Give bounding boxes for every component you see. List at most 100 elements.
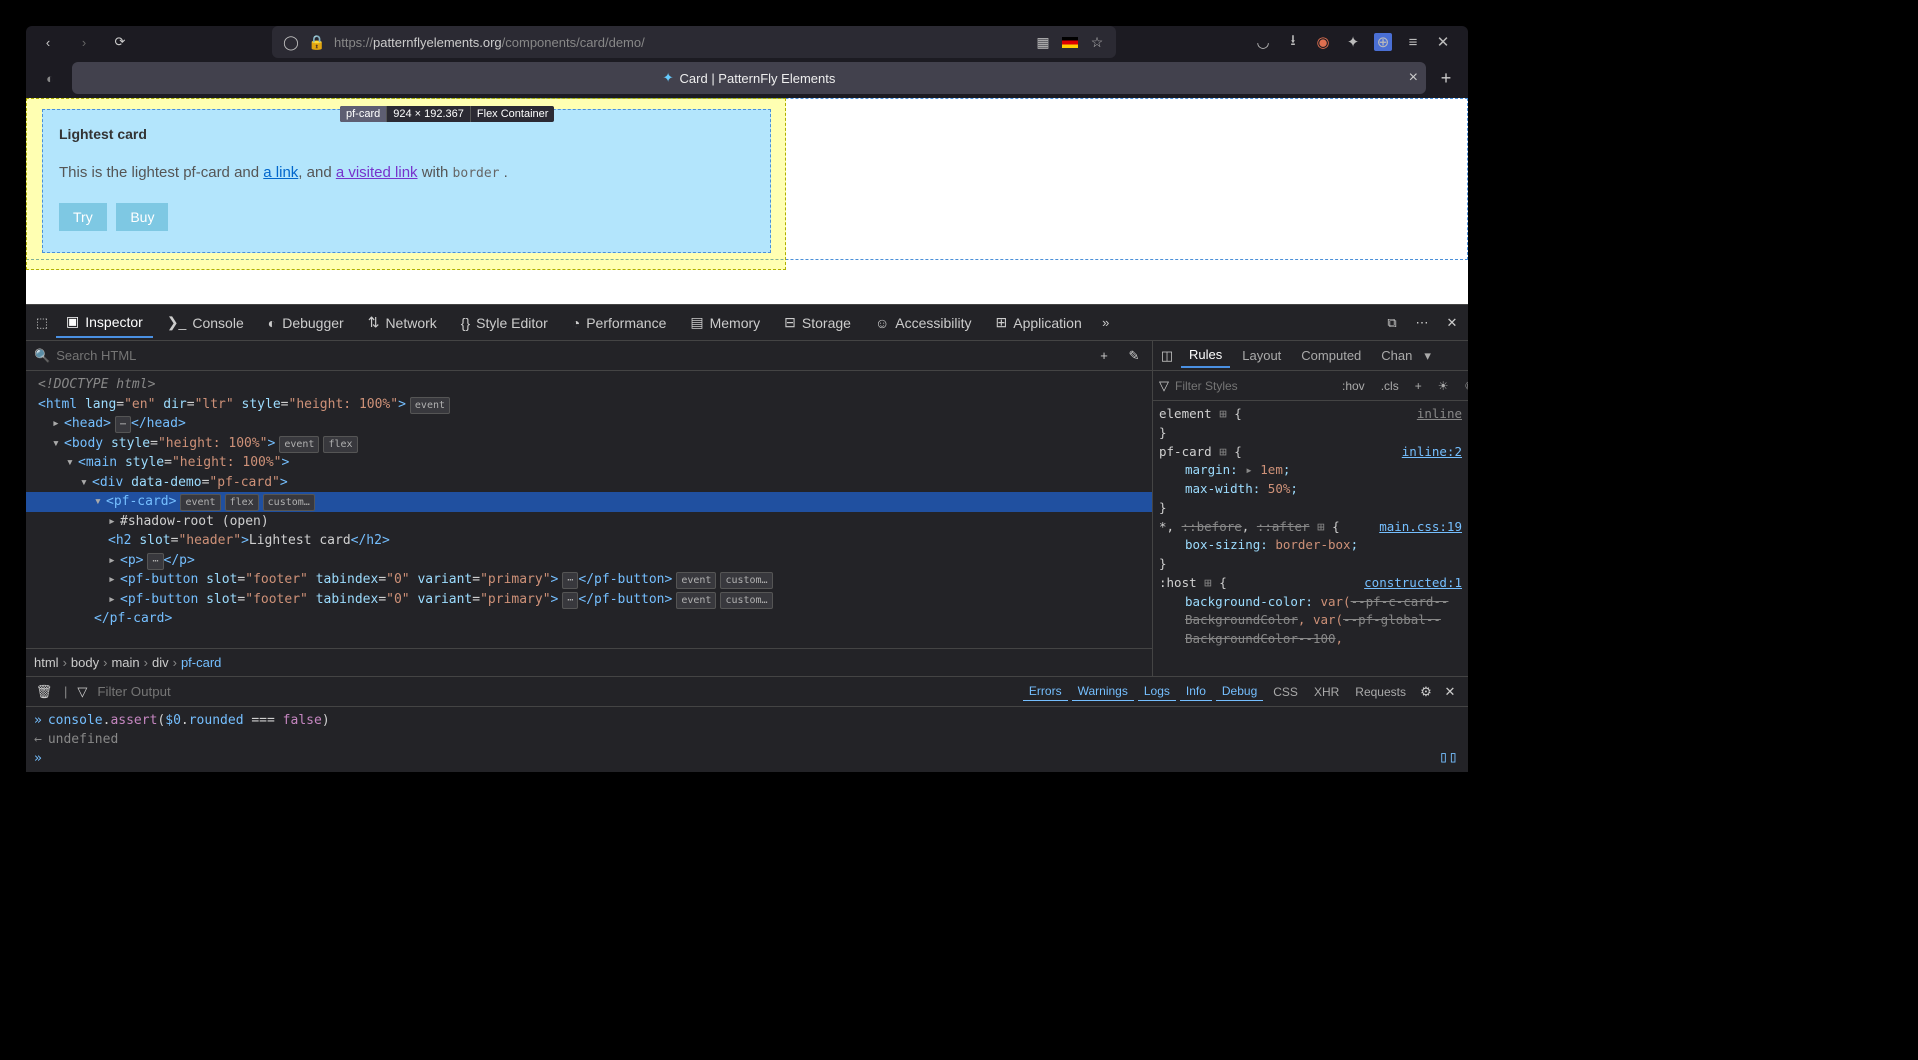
back-button[interactable]: ‹ (34, 28, 62, 56)
card-title: Lightest card (59, 126, 754, 142)
cls-button[interactable]: .cls (1375, 376, 1405, 396)
url-host: patternflyelements.org (373, 35, 502, 50)
tab-close-icon[interactable]: × (1409, 69, 1418, 87)
translate-icon[interactable]: ⊕ (1374, 33, 1392, 51)
editor-mode-icon[interactable]: ▯▯ (1439, 747, 1458, 766)
sidebar-toggle[interactable]: ◐ (34, 62, 66, 94)
profile-icon[interactable]: ◉ (1314, 33, 1332, 51)
filter-logs[interactable]: Logs (1138, 682, 1176, 701)
window-close-icon[interactable]: ✕ (1434, 33, 1452, 51)
extensions-icon[interactable]: ✦ (1344, 33, 1362, 51)
pocket-icon[interactable]: ◡ (1254, 33, 1272, 51)
rules-tab[interactable]: Rules (1181, 343, 1230, 368)
tab-network[interactable]: ⇅Network (358, 308, 447, 337)
tab-application[interactable]: ⊞Application (986, 308, 1092, 337)
filter-styles-input[interactable] (1175, 379, 1330, 393)
tab-accessibility[interactable]: ☺Accessibility (865, 309, 982, 337)
forward-button[interactable]: › (70, 28, 98, 56)
add-rule-icon[interactable]: + (1409, 376, 1428, 396)
tab-storage[interactable]: ⊟Storage (774, 308, 861, 337)
lock-icon: 🔒 (308, 33, 326, 51)
html-tree[interactable]: <!DOCTYPE html> <html lang="en" dir="ltr… (26, 371, 1152, 648)
tab-style-editor[interactable]: {}Style Editor (451, 309, 558, 337)
bc-html[interactable]: html (34, 655, 59, 670)
page-content: Lightest card This is the lightest pf-ca… (26, 98, 1468, 304)
card-body: This is the lightest pf-card and a link,… (59, 164, 754, 181)
devtools-tabs: ⬚ ▣Inspector ❯_Console ◐Debugger ⇅Networ… (26, 305, 1468, 341)
url-scheme: https:// (334, 35, 373, 50)
bc-body[interactable]: body (71, 655, 99, 670)
sidebar-toggle-icon[interactable]: ◫ (1157, 346, 1177, 366)
storage-icon: ⊟ (784, 314, 796, 331)
devtools-close-icon[interactable]: ✕ (1442, 313, 1462, 333)
element-picker-icon[interactable]: ⬚ (32, 313, 52, 333)
memory-icon: ▤ (690, 314, 703, 331)
menu-icon[interactable]: ≡ (1404, 33, 1422, 51)
url-path: /components/card/demo/ (502, 35, 645, 50)
reload-button[interactable]: ⟳ (106, 28, 134, 56)
accessibility-icon: ☺ (875, 315, 889, 331)
responsive-mode-icon[interactable]: ⧉ (1382, 313, 1402, 333)
overflow-icon[interactable]: » (1096, 313, 1116, 333)
hov-button[interactable]: :hov (1336, 376, 1371, 396)
kebab-icon[interactable]: ⋯ (1412, 313, 1432, 333)
changes-tab[interactable]: Chan (1373, 344, 1420, 367)
shield-icon: ◯ (282, 33, 300, 51)
filter-debug[interactable]: Debug (1216, 682, 1263, 701)
clear-console-icon[interactable]: 🗑 (34, 682, 54, 702)
card-link[interactable]: a link (263, 164, 298, 181)
console-result-line: ← undefined (34, 730, 1460, 749)
split-console-close-icon[interactable]: ✕ (1440, 682, 1460, 702)
add-node-icon[interactable]: + (1094, 346, 1114, 366)
rules-panel[interactable]: element ⊞ { inline } pf-card ⊞ { inline:… (1153, 401, 1468, 676)
bookmark-star-icon[interactable]: ☆ (1088, 33, 1106, 51)
search-icon: 🔍 (34, 348, 50, 364)
console-filter-input[interactable] (97, 684, 1013, 699)
buy-button[interactable]: Buy (116, 203, 168, 231)
filter-warnings[interactable]: Warnings (1072, 682, 1134, 701)
tab-debugger[interactable]: ◐Debugger (258, 309, 354, 337)
pf-card-highlight: Lightest card This is the lightest pf-ca… (42, 109, 771, 253)
filter-errors[interactable]: Errors (1023, 682, 1068, 701)
filter-xhr[interactable]: XHR (1308, 683, 1345, 701)
network-icon: ⇅ (368, 314, 380, 331)
filter-css[interactable]: CSS (1267, 683, 1304, 701)
filter-requests[interactable]: Requests (1349, 683, 1412, 701)
eyedropper-icon[interactable]: ✎ (1124, 346, 1144, 366)
address-bar[interactable]: ◯ 🔒 https://patternflyelements.org/compo… (272, 26, 1116, 58)
html-search-input[interactable] (56, 348, 1088, 363)
console-prompt[interactable]: » (34, 749, 1460, 768)
dark-scheme-icon[interactable]: ☾ (1458, 376, 1468, 396)
card-code: border (453, 166, 500, 181)
qr-icon[interactable]: ▦ (1034, 33, 1052, 51)
selected-node[interactable]: ▾<pf-card>eventflexcustom… (26, 492, 1152, 512)
browser-tab[interactable]: ✦ Card | PatternFly Elements × (72, 62, 1426, 94)
inspect-size-badge: pf-card 924 × 192.367 Flex Container (340, 106, 554, 122)
new-tab-button[interactable]: + (1432, 64, 1460, 92)
debugger-icon: ◐ (268, 315, 276, 331)
tab-console[interactable]: ❯_Console (157, 308, 254, 337)
funnel-icon: ▽ (77, 684, 87, 700)
downloads-icon[interactable]: ⭳ (1284, 33, 1302, 51)
console-input-line: » console.assert($0.rounded === false) (34, 711, 1460, 730)
computed-tab[interactable]: Computed (1293, 344, 1369, 367)
filter-info[interactable]: Info (1180, 682, 1212, 701)
flag-de-icon (1062, 37, 1078, 48)
tab-performance[interactable]: ◔Performance (562, 309, 677, 337)
bc-main[interactable]: main (111, 655, 139, 670)
tab-inspector[interactable]: ▣Inspector (56, 307, 153, 338)
light-scheme-icon[interactable]: ☀ (1432, 376, 1455, 396)
try-button[interactable]: Try (59, 203, 107, 231)
tab-memory[interactable]: ▤Memory (680, 308, 770, 337)
layout-tab[interactable]: Layout (1234, 344, 1289, 367)
performance-icon: ◔ (572, 315, 580, 331)
tab-title: Card | PatternFly Elements (680, 71, 836, 86)
style-editor-icon: {} (461, 315, 470, 331)
funnel-icon: ▽ (1159, 378, 1169, 394)
breadcrumb: html› body› main› div› pf-card (26, 648, 1152, 676)
bc-div[interactable]: div (152, 655, 169, 670)
tab-favicon-icon: ✦ (663, 70, 674, 86)
card-visited-link[interactable]: a visited link (336, 164, 418, 181)
settings-gear-icon[interactable]: ⚙ (1416, 682, 1436, 702)
bc-pf-card[interactable]: pf-card (181, 655, 221, 670)
